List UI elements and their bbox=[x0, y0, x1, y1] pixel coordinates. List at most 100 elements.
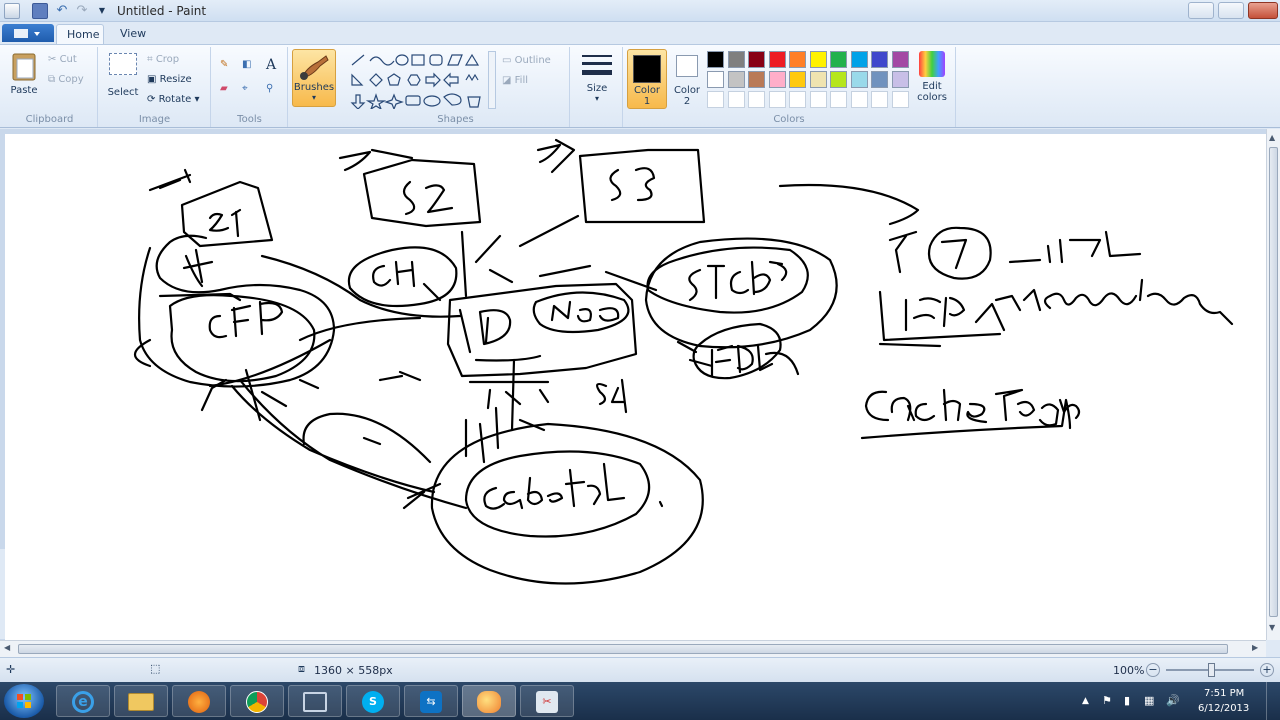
custom-color-slot[interactable] bbox=[850, 91, 868, 108]
scroll-up-arrow[interactable]: ▲ bbox=[1269, 133, 1275, 142]
resize-button[interactable]: ▣ Resize bbox=[147, 74, 192, 85]
color2-swatch bbox=[676, 55, 698, 77]
palette-swatch[interactable] bbox=[789, 51, 806, 68]
palette-swatch[interactable] bbox=[768, 71, 786, 88]
palette-swatch[interactable] bbox=[871, 71, 888, 88]
rotate-button[interactable]: ⟳ Rotate ▾ bbox=[147, 94, 200, 105]
palette-swatch[interactable] bbox=[748, 51, 765, 68]
palette-swatch[interactable] bbox=[789, 71, 806, 88]
palette-swatch[interactable] bbox=[809, 71, 827, 88]
cut-button[interactable]: ✂ Cut bbox=[48, 54, 77, 65]
taskbar-media-button[interactable] bbox=[172, 685, 226, 717]
taskbar-ie-button[interactable]: e bbox=[56, 685, 110, 717]
taskbar-skype-button[interactable]: S bbox=[346, 685, 400, 717]
zoom-in-button[interactable]: + bbox=[1260, 663, 1274, 677]
tab-view[interactable]: View bbox=[110, 24, 154, 44]
show-desktop-button[interactable] bbox=[1266, 682, 1280, 720]
taskbar-chrome-button[interactable] bbox=[230, 685, 284, 717]
custom-color-slot[interactable] bbox=[891, 91, 909, 108]
custom-color-slot[interactable] bbox=[707, 91, 724, 108]
color-picker-tool[interactable]: ⌖ bbox=[242, 83, 248, 94]
custom-color-slot[interactable] bbox=[768, 91, 786, 108]
custom-color-slot[interactable] bbox=[789, 91, 806, 108]
paint-menu-button[interactable] bbox=[2, 24, 54, 42]
volume-icon[interactable]: 🔊 bbox=[1166, 694, 1180, 707]
palette-swatch[interactable] bbox=[727, 71, 745, 88]
color2-button[interactable]: Color 2 bbox=[671, 51, 703, 107]
paste-button[interactable]: Paste bbox=[6, 51, 42, 96]
zoom-out-button[interactable]: − bbox=[1146, 663, 1160, 677]
canvas-resize-handle[interactable] bbox=[0, 549, 5, 639]
minimize-button[interactable] bbox=[1188, 2, 1214, 19]
palette-swatch[interactable] bbox=[850, 71, 868, 88]
close-button[interactable] bbox=[1248, 2, 1278, 19]
taskbar-paint-button[interactable] bbox=[462, 685, 516, 717]
taskbar-network-button[interactable] bbox=[288, 685, 342, 717]
clock-time[interactable]: 7:51 PM bbox=[1204, 688, 1244, 699]
vertical-scrollbar[interactable]: ▲ ▼ bbox=[1266, 129, 1280, 640]
custom-color-slot[interactable] bbox=[830, 91, 847, 108]
palette-swatch[interactable] bbox=[871, 51, 888, 68]
palette-swatch[interactable] bbox=[891, 51, 909, 68]
scroll-right-arrow[interactable]: ▶ bbox=[1252, 643, 1258, 652]
battery-icon[interactable]: ▮ bbox=[1124, 694, 1130, 707]
fill-button[interactable]: ◪ Fill bbox=[502, 75, 528, 86]
scroll-left-arrow[interactable]: ◀ bbox=[4, 643, 10, 652]
shapes-gallery[interactable] bbox=[348, 51, 496, 109]
edit-colors-button[interactable]: Edit colors bbox=[911, 51, 953, 103]
palette-swatch[interactable] bbox=[850, 51, 868, 68]
custom-color-slot[interactable] bbox=[727, 91, 745, 108]
horizontal-scroll-thumb[interactable] bbox=[18, 644, 1228, 654]
crop-button[interactable]: ⌗ Crop bbox=[147, 54, 179, 65]
flag-icon[interactable]: ⚑ bbox=[1102, 694, 1112, 707]
drawing-canvas[interactable] bbox=[5, 134, 1266, 640]
image-group: Select ⌗ Crop ▣ Resize ⟳ Rotate ▾ Image bbox=[99, 47, 211, 127]
palette-swatch[interactable] bbox=[707, 51, 724, 68]
outline-button[interactable]: ▭ Outline bbox=[502, 55, 551, 66]
eraser-tool[interactable]: ▰ bbox=[220, 83, 228, 94]
maximize-button[interactable] bbox=[1218, 2, 1244, 19]
network-tray-icon[interactable]: ▦ bbox=[1144, 694, 1154, 707]
palette-swatch[interactable] bbox=[707, 71, 724, 88]
copy-button[interactable]: ⧉ Copy bbox=[48, 74, 84, 85]
start-button[interactable] bbox=[4, 684, 44, 718]
palette-swatch[interactable] bbox=[809, 51, 827, 68]
scroll-down-arrow[interactable]: ▼ bbox=[1269, 623, 1275, 632]
custom-color-slot[interactable] bbox=[871, 91, 888, 108]
customize-toolbar-icon[interactable]: ▼ bbox=[94, 3, 110, 19]
status-bar: ✛ ⬚ ⧈ 1360 × 558px 100% − + bbox=[0, 657, 1280, 682]
redo-icon[interactable]: ↷ bbox=[74, 3, 90, 19]
palette-swatch[interactable] bbox=[768, 51, 786, 68]
show-hidden-icons[interactable]: ▲ bbox=[1082, 696, 1089, 706]
size-button[interactable]: Size ▾ bbox=[576, 51, 618, 103]
palette-swatch[interactable] bbox=[727, 51, 745, 68]
text-tool[interactable]: A bbox=[266, 57, 276, 73]
vertical-scroll-thumb[interactable] bbox=[1269, 147, 1278, 617]
taskbar-snipping-button[interactable]: ✂ bbox=[520, 685, 574, 717]
save-icon[interactable] bbox=[32, 3, 48, 19]
ribbon: Paste ✂ Cut ⧉ Copy Clipboard Select ⌗ Cr… bbox=[0, 44, 1280, 128]
magnifier-tool[interactable]: ⚲ bbox=[266, 83, 273, 94]
image-dimensions: 1360 × 558px bbox=[314, 664, 393, 677]
brushes-button[interactable]: Brushes ▾ bbox=[292, 49, 336, 107]
palette-swatch[interactable] bbox=[891, 71, 909, 88]
taskbar-teamviewer-button[interactable]: ⇆ bbox=[404, 685, 458, 717]
select-button[interactable]: Select bbox=[105, 53, 141, 98]
custom-color-slot[interactable] bbox=[809, 91, 827, 108]
pencil-tool[interactable]: ✎ bbox=[220, 59, 228, 70]
taskbar-explorer-button[interactable] bbox=[114, 685, 168, 717]
shapes-scroll[interactable] bbox=[488, 51, 496, 109]
fill-tool[interactable]: ◧ bbox=[242, 59, 251, 70]
zoom-slider-thumb[interactable] bbox=[1208, 663, 1215, 677]
tab-home[interactable]: Home bbox=[56, 24, 104, 44]
paint-app-icon[interactable] bbox=[4, 3, 20, 19]
undo-icon[interactable]: ↶ bbox=[54, 3, 70, 19]
clock-date[interactable]: 6/12/2013 bbox=[1198, 703, 1249, 714]
color1-button[interactable]: Color 1 bbox=[627, 49, 667, 109]
zoom-slider[interactable] bbox=[1166, 663, 1254, 677]
custom-color-slot[interactable] bbox=[748, 91, 765, 108]
palette-swatch[interactable] bbox=[830, 71, 847, 88]
horizontal-scrollbar[interactable]: ◀ ▶ bbox=[0, 640, 1266, 657]
palette-swatch[interactable] bbox=[748, 71, 765, 88]
palette-swatch[interactable] bbox=[830, 51, 847, 68]
